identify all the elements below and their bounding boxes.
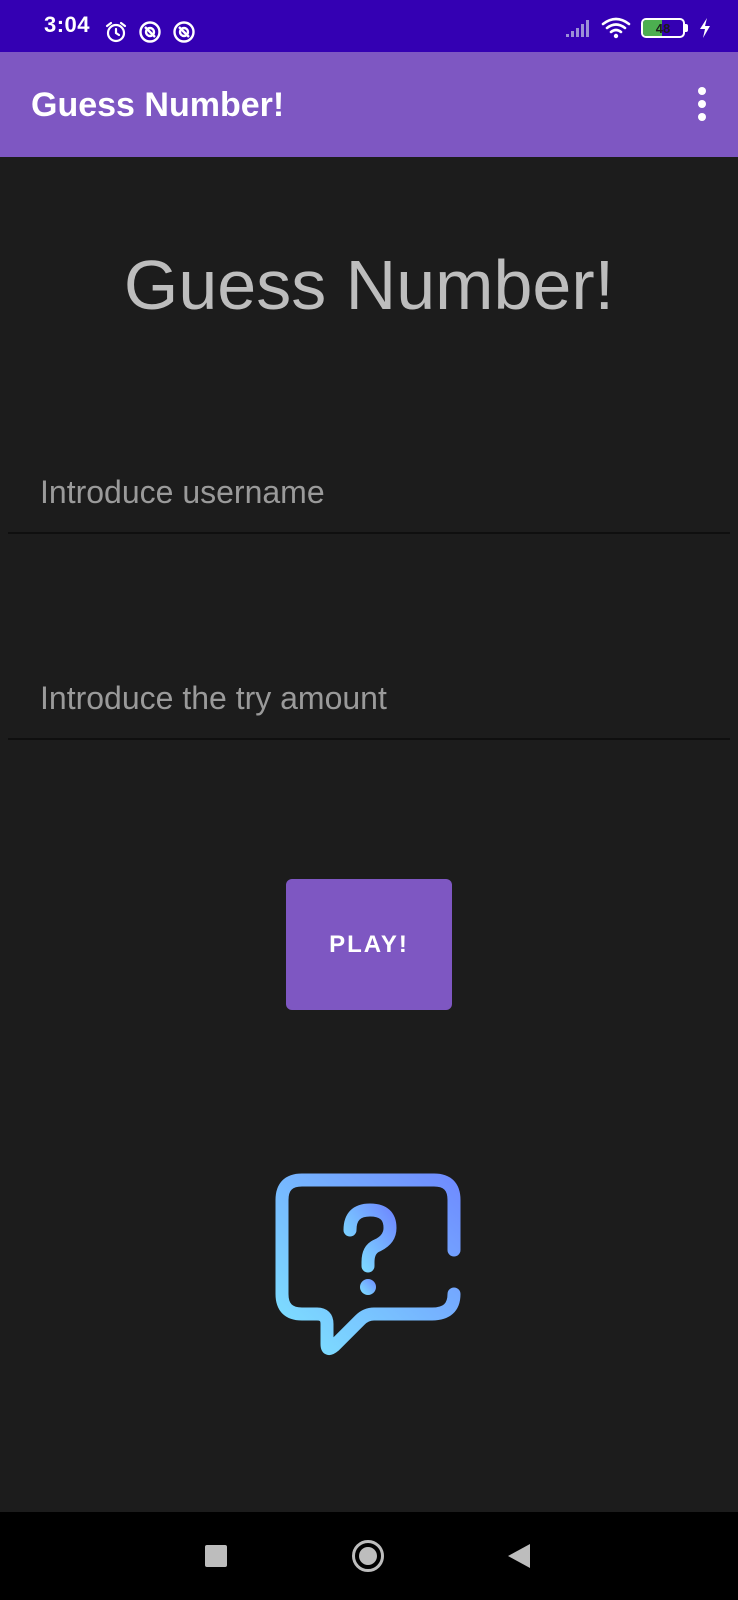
sync-icon — [139, 21, 161, 43]
sync-icon — [173, 21, 195, 43]
app-bar-title: Guess Number! — [31, 86, 285, 124]
try-amount-field-container — [8, 658, 730, 740]
alarm-icon — [105, 21, 127, 43]
try-amount-input[interactable] — [38, 672, 702, 724]
battery-level: 48 — [655, 20, 671, 36]
recents-icon[interactable] — [205, 1545, 227, 1567]
wifi-icon — [601, 17, 631, 39]
status-time: 3:04 — [44, 12, 91, 37]
menu-dot — [698, 87, 706, 95]
menu-dot — [698, 100, 706, 108]
question-chat-bubble-icon — [275, 1173, 461, 1356]
menu-dot — [698, 113, 706, 121]
home-icon[interactable] — [352, 1540, 384, 1572]
username-input[interactable] — [38, 466, 702, 518]
page-title: Guess Number! — [123, 246, 615, 324]
app-bar: Guess Number! — [0, 52, 738, 157]
navigation-bar — [0, 1512, 738, 1600]
charging-icon — [700, 18, 710, 38]
battery-group: 48 — [641, 18, 688, 38]
back-icon[interactable] — [508, 1544, 530, 1568]
signal-icon — [566, 20, 589, 37]
status-bar: 3:04 48 — [0, 0, 738, 52]
screen: 3:04 48 Guess Number! Guess Number! Intr… — [0, 0, 738, 1600]
play-button[interactable]: PLAY! — [286, 879, 452, 1010]
username-field-container — [8, 452, 730, 534]
battery-icon: 48 — [641, 18, 685, 38]
more-vert-icon[interactable] — [686, 84, 718, 124]
battery-cap — [685, 24, 688, 32]
status-right-group: 48 — [565, 14, 712, 42]
